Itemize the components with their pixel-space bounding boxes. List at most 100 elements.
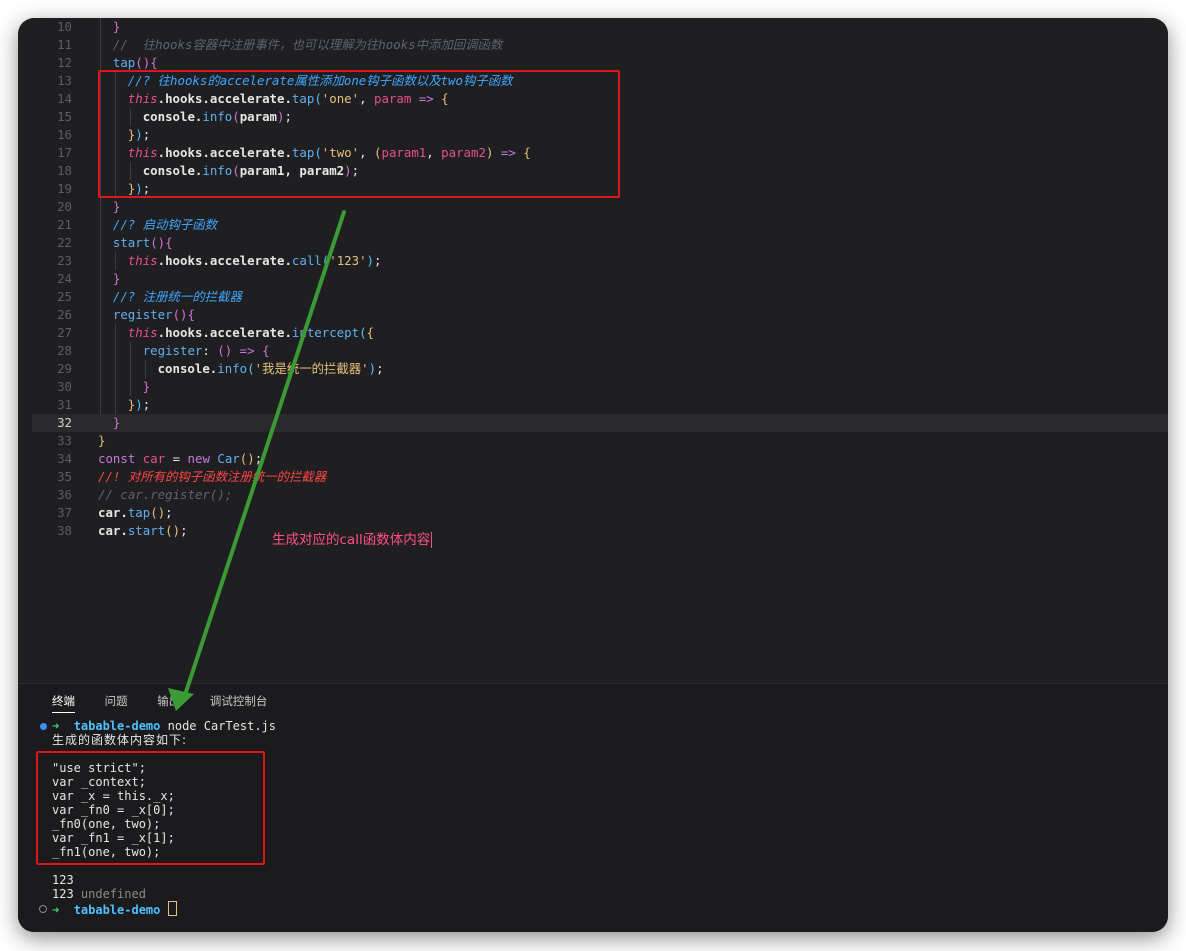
output-undefined: undefined (80, 887, 146, 901)
code-token: car (142, 451, 166, 466)
line-number: 12 (57, 55, 72, 70)
code-token: { (262, 343, 270, 358)
line-number: 30 (57, 379, 72, 394)
code-token: () (135, 55, 151, 70)
code-line[interactable]: 23 this.hooks.accelerate.call('123'); (32, 252, 1168, 270)
line-number: 24 (57, 271, 72, 286)
line-number: 15 (57, 109, 72, 124)
code-line[interactable]: 36 // car.register(); (32, 486, 1168, 504)
code-text: //? 注册统一的拦截器 (113, 288, 242, 306)
code-token: () (217, 343, 233, 358)
code-token: car. (98, 505, 128, 520)
code-token: .hooks.accelerate. (157, 253, 292, 268)
tab-output[interactable]: 输出 (157, 690, 180, 712)
code-line[interactable]: 33} (32, 432, 1168, 450)
code-line[interactable]: 21 //? 启动钩子函数 (32, 216, 1168, 234)
code-token: } (112, 19, 121, 34)
line-number: 36 (57, 487, 72, 502)
code-token: tap (112, 55, 136, 70)
code-token: //? 启动钩子函数 (112, 217, 218, 232)
code-line[interactable]: 29 console.info('我是统一的拦截器'); (32, 360, 1168, 378)
terminal-prompt-line[interactable]: ➜ tabable-demo (52, 901, 177, 917)
code-token: } (112, 415, 121, 430)
line-number: 21 (57, 217, 72, 232)
code-text: } (113, 198, 120, 216)
code-token: ; (142, 397, 151, 412)
code-token: this (127, 325, 158, 340)
line-number: 20 (57, 199, 72, 214)
vscode-window: 10} 11// 往hooks容器中注册事件，也可以理解为往hooks中添加回调函… (18, 18, 1168, 932)
code-token: () (165, 523, 181, 538)
code-text: register(){ (113, 306, 195, 324)
line-number: 27 (57, 325, 72, 340)
line-number: 25 (57, 289, 72, 304)
code-line[interactable]: 24} (32, 270, 1168, 288)
code-token: } (98, 433, 106, 448)
terminal-output-line: 123 undefined (52, 887, 146, 901)
code-token: () (239, 451, 255, 466)
code-line[interactable]: 31}); (32, 396, 1168, 414)
line-number: 31 (57, 397, 72, 412)
code-token: car. (98, 523, 128, 538)
code-line[interactable]: 11 // 往hooks容器中注册事件，也可以理解为往hooks中添加回调函数 (32, 36, 1168, 54)
code-line[interactable]: 20} (32, 198, 1168, 216)
code-token: ; (376, 361, 384, 376)
tab-problems[interactable]: 问题 (105, 690, 128, 712)
code-line[interactable]: 27 this.hooks.accelerate.intercept({ (32, 324, 1168, 342)
code-text: register: () => { (143, 342, 270, 360)
code-token: start (127, 523, 166, 538)
line-number: 22 (57, 235, 72, 250)
code-token: intercept (291, 325, 360, 340)
code-token: ; (254, 451, 263, 466)
code-line[interactable]: 32} (32, 414, 1168, 432)
code-token: } (142, 379, 151, 394)
code-token: this (127, 253, 158, 268)
code-text: // car.register(); (98, 486, 232, 504)
code-line[interactable]: 28 register: () => { (32, 342, 1168, 360)
tab-terminal[interactable]: 终端 (52, 690, 75, 713)
code-token: : (202, 343, 218, 358)
code-text: start(){ (113, 234, 173, 252)
code-line[interactable]: 37 car.tap(); (32, 504, 1168, 522)
code-token: => (232, 343, 263, 358)
code-line[interactable]: 10} (32, 18, 1168, 36)
line-number: 10 (57, 19, 72, 34)
code-token: } (112, 271, 121, 286)
code-line[interactable]: 34 const car = new Car(); (32, 450, 1168, 468)
code-text: car.start(); (98, 522, 188, 540)
line-number: 14 (57, 91, 72, 106)
code-token: register (142, 343, 203, 358)
line-number: 26 (57, 307, 72, 322)
code-line[interactable]: 26 register(){ (32, 306, 1168, 324)
terminal-cursor (167, 901, 177, 916)
code-line[interactable]: 30} (32, 378, 1168, 396)
code-token: ) (368, 361, 377, 376)
code-line[interactable]: 25 //? 注册统一的拦截器 (32, 288, 1168, 306)
terminal-highlight-box (36, 751, 265, 865)
code-text: console.info('我是统一的拦截器'); (158, 360, 384, 378)
code-text: } (113, 18, 120, 36)
code-token: () (150, 235, 166, 250)
code-token: { (187, 307, 195, 322)
code-token: () (172, 307, 188, 322)
code-text: const car = new Car(); (98, 450, 262, 468)
line-number: 38 (57, 523, 72, 538)
terminal-output-line: 123 (52, 873, 74, 887)
line-number: 18 (57, 163, 72, 178)
code-token: register (112, 307, 173, 322)
code-token: '我是统一的拦截器' (254, 361, 369, 376)
text-cursor (431, 532, 433, 548)
code-token: } (112, 199, 121, 214)
terminal-command-line: ➜ tabable-demo node CarTest.js (52, 719, 276, 733)
line-number: 17 (57, 145, 72, 160)
output-value: 123 (52, 887, 74, 901)
code-token: tap (127, 505, 151, 520)
tab-debug-console[interactable]: 调试控制台 (210, 690, 268, 712)
code-line[interactable]: 22 start(){ (32, 234, 1168, 252)
command-status-dot (40, 723, 47, 730)
code-token: ; (165, 505, 173, 520)
code-line[interactable]: 35 //! 对所有的钩子函数注册统一的拦截器 (32, 468, 1168, 486)
code-line[interactable]: 38 car.start(); (32, 522, 1168, 540)
code-token: ; (180, 523, 188, 538)
line-number: 29 (57, 361, 72, 376)
